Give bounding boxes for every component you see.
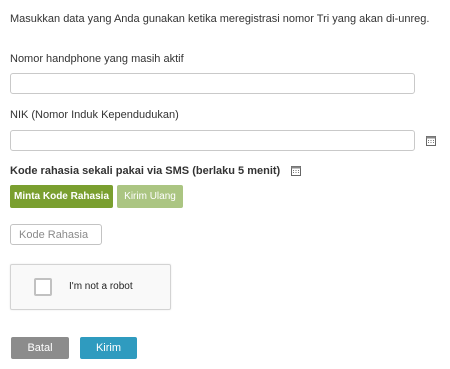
captcha-label: I'm not a robot — [69, 281, 133, 292]
recaptcha-widget: I'm not a robot — [10, 264, 171, 310]
nik-input[interactable] — [10, 130, 415, 151]
resend-code-button[interactable]: Kirim Ulang — [117, 185, 183, 208]
request-code-button[interactable]: Minta Kode Rahasia — [10, 185, 113, 208]
sms-code-title: Kode rahasia sekali pakai via SMS (berla… — [10, 165, 281, 177]
nik-label: NIK (Nomor Induk Kependudukan) — [10, 109, 179, 121]
captcha-checkbox[interactable] — [34, 278, 52, 296]
intro-text: Masukkan data yang Anda gunakan ketika m… — [10, 13, 430, 25]
calendar-icon — [426, 136, 436, 146]
submit-button[interactable]: Kirim — [80, 337, 137, 359]
cancel-button[interactable]: Batal — [11, 337, 69, 359]
info-icon — [291, 166, 301, 176]
secret-code-input[interactable] — [10, 224, 102, 245]
phone-label: Nomor handphone yang masih aktif — [10, 53, 184, 65]
phone-input[interactable] — [10, 73, 415, 94]
